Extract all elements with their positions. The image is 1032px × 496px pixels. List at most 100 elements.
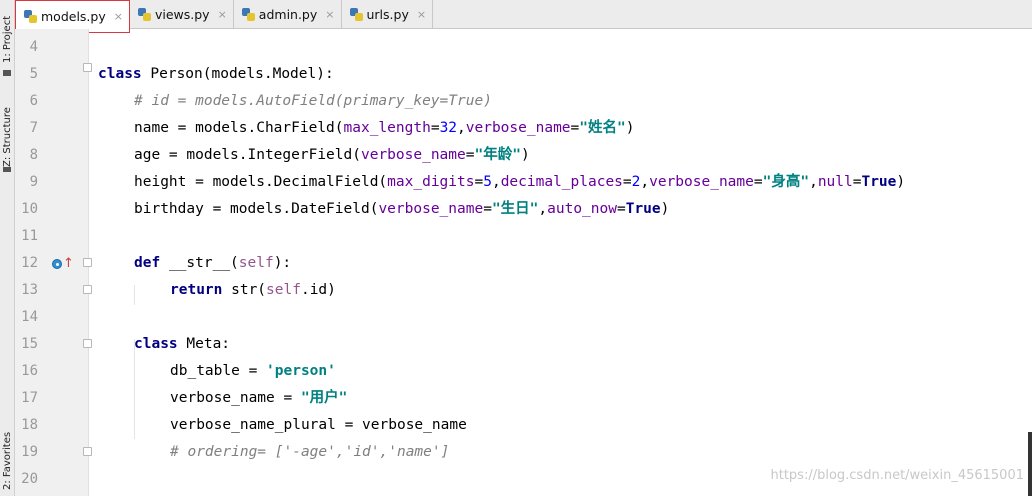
code-text: , (538, 201, 548, 217)
comment: # ordering= ['-age','id','name'] (170, 444, 450, 460)
tab-label: urls.py (366, 6, 409, 22)
string: "年龄" (474, 147, 521, 163)
comment: # id = models.AutoField(primary_key=True… (134, 93, 492, 109)
code-text: = (483, 201, 492, 217)
code-text: ): (273, 255, 292, 271)
code-text: , (457, 120, 466, 136)
code-text: Person(models.Model): (141, 66, 334, 82)
code-text: = (753, 174, 763, 190)
code-text: = (616, 201, 626, 217)
python-file-icon (241, 7, 255, 21)
line-number: 9 (29, 174, 38, 190)
keyword: True (625, 201, 661, 217)
tab-label: admin.py (258, 6, 318, 22)
editor-gutter: 4 5 6 7 8 9 10 11 12 13 14 15 16 17 18 1… (15, 29, 92, 496)
code-editor[interactable]: class Person(models.Model): # id = model… (89, 29, 1029, 496)
tool-window-strip: 1: Project Z: Structure 2: Favorites (0, 0, 15, 496)
code-text: Meta: (177, 336, 231, 352)
function-name: __str__ (168, 255, 231, 271)
param: verbose_name (465, 120, 571, 136)
keyword: def (134, 255, 161, 271)
tab-label: models.py (41, 9, 106, 24)
python-file-icon (137, 7, 151, 21)
line-number: 12 (21, 255, 38, 271)
code-line-10: birthday = models.DateField(verbose_name… (134, 196, 669, 223)
number: 5 (483, 174, 492, 190)
project-folder-icon (3, 70, 11, 76)
param: decimal_places (500, 174, 623, 190)
vertical-scrollbar[interactable] (1028, 432, 1032, 496)
string: 'person' (266, 363, 336, 379)
code-text: birthday = models.DateField( (134, 201, 379, 217)
param: auto_now (547, 201, 617, 217)
param: verbose_name (649, 174, 754, 190)
self-param: self (266, 282, 301, 298)
code-line-9: height = models.DecimalField(max_digits=… (134, 169, 905, 196)
tab-admin-py[interactable]: admin.py × (234, 0, 342, 28)
python-file-icon (24, 10, 37, 23)
tab-label: views.py (154, 6, 210, 22)
project-tool-button[interactable]: 1: Project (0, 8, 15, 70)
code-text: ) (660, 201, 670, 217)
tab-urls-py[interactable]: urls.py × (342, 0, 434, 28)
line-number: 20 (21, 471, 38, 487)
code-line-16: db_table = 'person' (170, 358, 336, 385)
line-number: 7 (29, 120, 38, 136)
code-line-7: name = models.CharField(max_length=32,ve… (134, 115, 634, 142)
overrides-method-icon[interactable]: ↑ (52, 257, 74, 271)
code-line-19: # ordering= ['-age','id','name'] (170, 439, 449, 466)
line-number: 10 (21, 201, 38, 217)
string: "用户" (300, 390, 348, 406)
string: "姓名" (579, 120, 626, 136)
code-line-6: # id = models.AutoField(primary_key=True… (134, 88, 492, 115)
code-text: verbose_name_plural = verbose_name (170, 417, 467, 433)
keyword: class (134, 336, 178, 352)
close-icon[interactable]: × (114, 10, 123, 23)
code-text: , (809, 174, 818, 190)
code-text: str( (222, 282, 267, 298)
number: 32 (439, 120, 458, 136)
param: verbose_name (360, 147, 466, 163)
code-line-15: class Meta: (134, 331, 230, 358)
line-number: 14 (21, 309, 38, 325)
code-text: ) (896, 174, 906, 190)
self-param: self (238, 255, 274, 271)
tab-views-py[interactable]: views.py × (130, 0, 234, 28)
code-text: verbose_name = (170, 390, 301, 406)
code-text: = (430, 120, 440, 136)
line-number: 8 (29, 147, 38, 163)
code-line-5: class Person(models.Model): (98, 61, 334, 88)
line-number: 17 (21, 390, 38, 406)
keyword: class (98, 66, 142, 82)
line-number: 13 (21, 282, 38, 298)
close-icon[interactable]: × (325, 8, 334, 21)
param: max_length (343, 120, 431, 136)
structure-icon (3, 167, 11, 172)
code-text: ( (230, 255, 239, 271)
line-number: 18 (21, 417, 38, 433)
keyword: True (861, 174, 897, 190)
code-line-18: verbose_name_plural = verbose_name (170, 412, 467, 439)
code-text: = (622, 174, 632, 190)
indent-guide (134, 285, 135, 305)
code-text: ) (520, 147, 530, 163)
favorites-tool-button[interactable]: 2: Favorites (0, 430, 15, 492)
structure-tool-button[interactable]: Z: Structure (0, 98, 15, 176)
code-line-13: return str(self.id) (170, 277, 336, 304)
line-number: 5 (29, 66, 38, 82)
close-icon[interactable]: × (218, 8, 227, 21)
keyword: return (170, 282, 223, 298)
close-icon[interactable]: × (417, 8, 426, 21)
code-line-17: verbose_name = "用户" (170, 385, 347, 412)
param: max_digits (387, 174, 475, 190)
code-text: , (491, 174, 501, 190)
string: "生日" (491, 201, 539, 217)
line-number: 16 (21, 363, 38, 379)
python-file-icon (349, 7, 363, 21)
watermark: https://blog.csdn.net/weixin_45615001 (770, 468, 1024, 483)
code-text: db_table = (170, 363, 267, 379)
line-number: 6 (29, 93, 38, 109)
code-text: age = models.IntegerField( (134, 147, 361, 163)
code-text: ) (625, 120, 635, 136)
